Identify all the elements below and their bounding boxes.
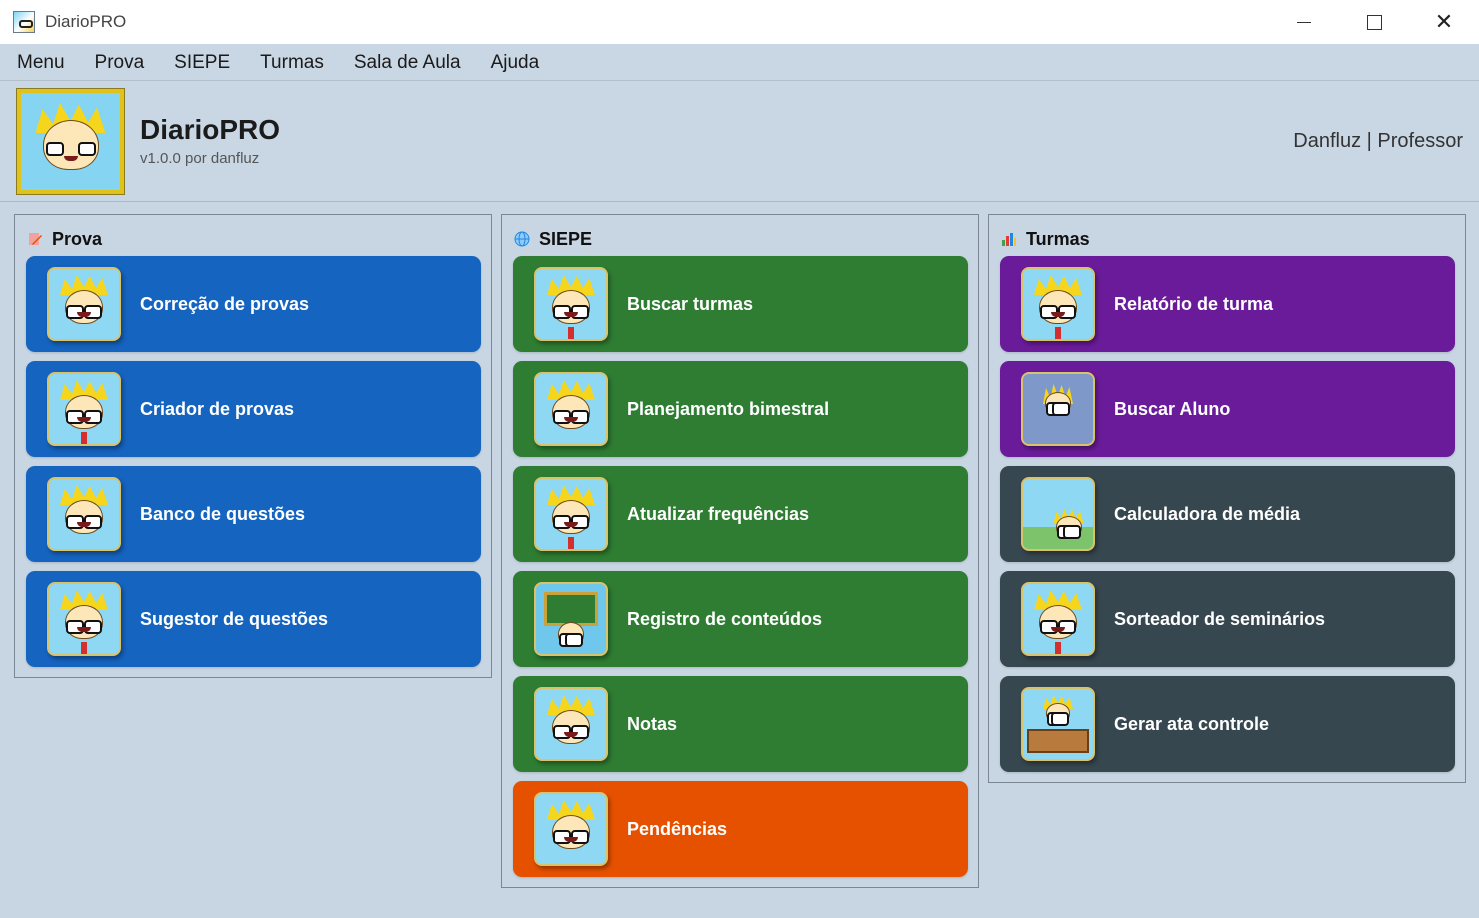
- tile-label: Registro de conteúdos: [627, 608, 823, 629]
- panel-title-siepe: SIEPE: [539, 228, 593, 249]
- professor-report-icon: [1021, 267, 1095, 341]
- professor-correcting-icon: [47, 267, 121, 341]
- tile-calculadora-de-media[interactable]: Calculadora de média: [1000, 466, 1455, 562]
- tile-buscar-turmas[interactable]: Buscar turmas: [513, 256, 968, 352]
- pencil-icon: [27, 231, 43, 247]
- panel-header-prova: Prova: [27, 229, 102, 249]
- app-name: DiarioPRO: [140, 114, 281, 145]
- panel-header-turmas: Turmas: [1001, 229, 1090, 249]
- professor-grades-icon: [534, 687, 608, 761]
- tile-label: Sugestor de questões: [140, 608, 329, 629]
- tile-correcao-de-provas[interactable]: Correção de provas: [26, 256, 481, 352]
- tile-label: Buscar turmas: [627, 293, 754, 314]
- professor-magnifier-icon: [47, 477, 121, 551]
- tile-pendencias[interactable]: Pendências: [513, 781, 968, 877]
- tile-relatorio-de-turma[interactable]: Relatório de turma: [1000, 256, 1455, 352]
- bar-chart-icon: [1001, 231, 1017, 247]
- professor-desk-icon: [1021, 687, 1095, 761]
- minimize-icon[interactable]: [1269, 0, 1339, 44]
- window-title: DiarioPRO: [45, 12, 127, 31]
- menu-item-sala-de-aula[interactable]: Sala de Aula: [339, 44, 476, 81]
- tile-buscar-aluno[interactable]: Buscar Aluno: [1000, 361, 1455, 457]
- tile-sorteador-de-seminarios[interactable]: Sorteador de seminários: [1000, 571, 1455, 667]
- tile-label: Correção de provas: [140, 293, 310, 314]
- tile-label: Banco de questões: [140, 503, 306, 524]
- tile-planejamento-bimestral[interactable]: Planejamento bimestral: [513, 361, 968, 457]
- tile-label: Atualizar frequências: [627, 503, 810, 524]
- tile-label: Buscar Aluno: [1114, 398, 1231, 419]
- tile-label: Criador de provas: [140, 398, 295, 419]
- tile-gerar-ata-controle[interactable]: Gerar ata controle: [1000, 676, 1455, 772]
- tile-label: Planejamento bimestral: [627, 398, 830, 419]
- window-controls: ✕: [1269, 0, 1479, 44]
- close-icon[interactable]: ✕: [1409, 0, 1479, 44]
- professor-search-icon: [534, 267, 608, 341]
- panel-title-turmas: Turmas: [1026, 228, 1090, 249]
- tile-label: Relatório de turma: [1114, 293, 1274, 314]
- tile-label: Pendências: [627, 818, 728, 839]
- globe-icon: [514, 231, 530, 247]
- user-info: Danfluz | Professor: [1293, 130, 1463, 152]
- menu-item-prova[interactable]: Prova: [80, 44, 160, 81]
- professor-idea-icon: [47, 582, 121, 656]
- title-bar: DiarioPRO ✕: [0, 0, 1479, 44]
- professor-calculator-icon: [1021, 477, 1095, 551]
- app-header: DiarioPRO v1.0.0 por danfluz Danfluz | P…: [0, 81, 1479, 202]
- app-icon: [13, 11, 35, 33]
- professor-graduate-icon: [47, 372, 121, 446]
- tile-label: Notas: [627, 713, 678, 734]
- panel-siepe: SIEPE Buscar turmas Planejamento bimestr…: [501, 214, 979, 888]
- tile-notas[interactable]: Notas: [513, 676, 968, 772]
- tile-registro-de-conteudos[interactable]: Registro de conteúdos: [513, 571, 968, 667]
- tile-atualizar-frequencias[interactable]: Atualizar frequências: [513, 466, 968, 562]
- panel-header-siepe: SIEPE: [514, 229, 592, 249]
- professor-blackboard-icon: [534, 582, 608, 656]
- menu-item-turmas[interactable]: Turmas: [245, 44, 339, 81]
- panel-turmas: Turmas Relatório de turma Buscar Aluno C…: [988, 214, 1466, 783]
- professor-attendance-icon: [534, 477, 608, 551]
- tile-label: Sorteador de seminários: [1114, 608, 1326, 629]
- panel-prova: Prova Correção de provas Criador de prov…: [14, 214, 492, 678]
- tile-banco-de-questoes[interactable]: Banco de questões: [26, 466, 481, 562]
- panel-title-prova: Prova: [52, 228, 103, 249]
- tile-label: Calculadora de média: [1114, 503, 1301, 524]
- tile-sugestor-de-questoes[interactable]: Sugestor de questões: [26, 571, 481, 667]
- professor-pending-icon: [534, 792, 608, 866]
- app-version: v1.0.0 por danfluz: [140, 150, 260, 167]
- menu-item-siepe[interactable]: SIEPE: [159, 44, 245, 81]
- app-logo: [16, 88, 125, 195]
- menu-item-menu[interactable]: Menu: [2, 44, 80, 81]
- menu-item-ajuda[interactable]: Ajuda: [476, 44, 555, 81]
- professor-planning-icon: [534, 372, 608, 446]
- professor-raffle-icon: [1021, 582, 1095, 656]
- tile-criador-de-provas[interactable]: Criador de provas: [26, 361, 481, 457]
- professor-find-student-icon: [1021, 372, 1095, 446]
- maximize-icon[interactable]: [1339, 0, 1409, 44]
- menu-bar: Menu Prova SIEPE Turmas Sala de Aula Aju…: [0, 44, 1479, 81]
- tile-label: Gerar ata controle: [1114, 713, 1270, 734]
